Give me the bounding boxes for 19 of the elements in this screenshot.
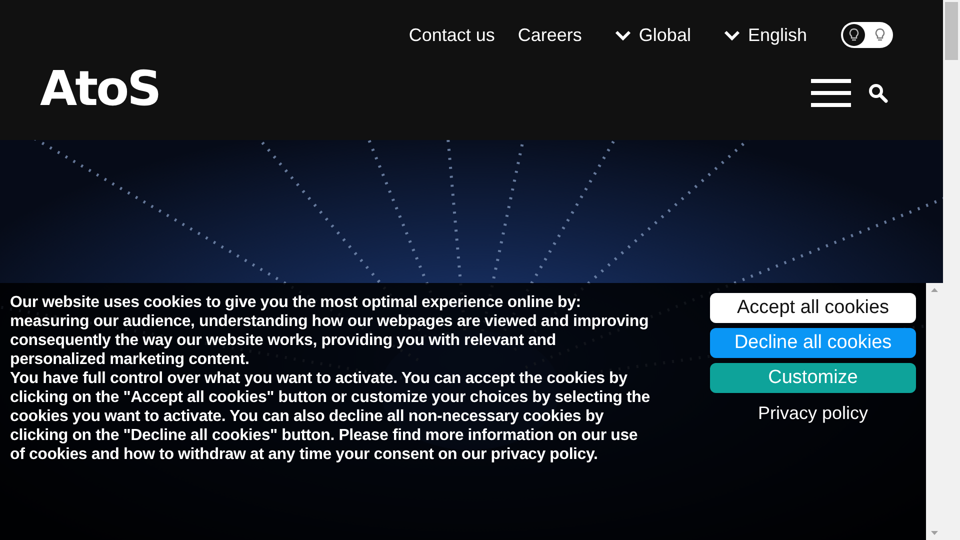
dropdown-link[interactable]: English [724,24,807,46]
cookie-text: Our website uses cookies to give you the most optimal experience online by: measuring our audience, understanding how our webpages are viewed and improving consequently the way our website works, providing you with relevant and personalized marketing content. [10,293,650,369]
accept-button[interactable]: Accept all cookies [710,293,916,323]
theme-toggle[interactable] [841,22,893,48]
chevron-down-icon [614,30,631,40]
chevron-down-icon [724,30,740,40]
scroll-up-icon[interactable] [931,288,938,292]
logo[interactable]: AtoS [40,64,160,114]
bulb-icon [843,24,865,46]
cookie-text: You have full control over what you want to activate. You can accept the cookies by clicking on the "Accept all cookies" button or customize your choices by selecting the cookies you want to activate. You can also decline all non-necessary cookies by clicking on the "Decline all cookies" button. Please find more information on our use of cookies and how to withdraw at any time your consent on our privacy policy. [10,369,650,464]
privacy-link[interactable]: Privacy policy [758,403,868,424]
nav-link[interactable]: Careers [518,24,582,46]
menu-icon[interactable] [811,79,851,107]
dropdown-link[interactable]: Global [614,24,691,46]
scrollbar[interactable] [926,283,943,540]
search-icon[interactable] [868,83,888,103]
scroll-down-icon[interactable] [931,531,938,535]
nav-link[interactable]: Contact us [408,24,495,46]
scrollbar[interactable] [943,0,960,540]
